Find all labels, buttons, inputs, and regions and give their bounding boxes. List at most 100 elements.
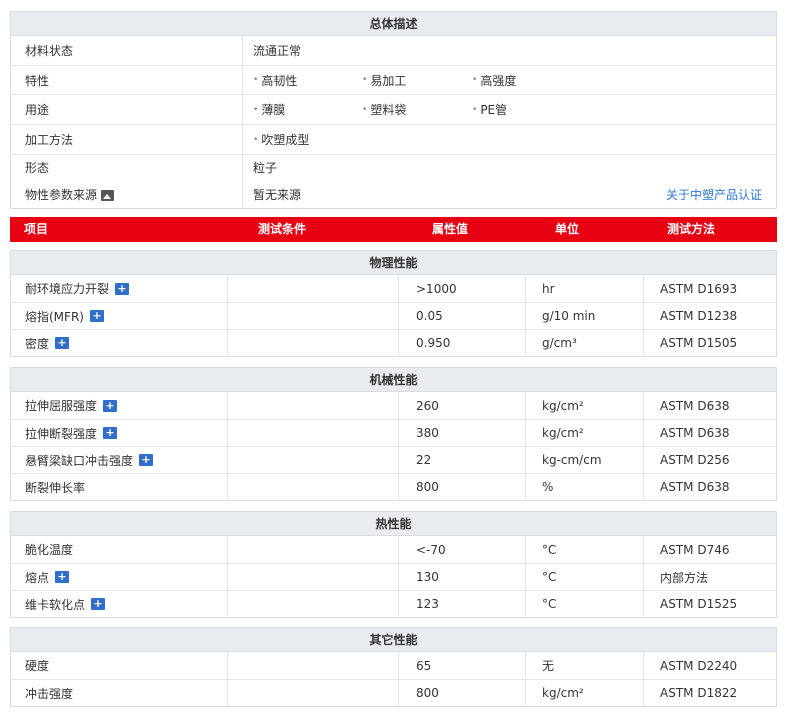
feature-tag-label: 高韧性 — [261, 73, 298, 88]
property-name: 拉伸断裂强度 + — [11, 420, 228, 446]
property-value: <-70 — [399, 536, 526, 563]
image-icon[interactable] — [101, 190, 115, 201]
overview-value: 粒子 — [253, 161, 278, 175]
table-row: 密度 + 0.950 g/cm³ ASTM D1505 — [11, 329, 776, 356]
test-condition — [228, 447, 399, 473]
test-method: ASTM D746 — [660, 542, 730, 557]
plus-icon[interactable]: + — [103, 399, 118, 412]
property-unit: % — [526, 474, 644, 500]
property-name: 密度 + — [11, 330, 228, 356]
plus-icon[interactable]: + — [139, 454, 154, 466]
overview-table: 总体描述 材料状态 流通正常 特性 高韧性 易加工 高强度 用途 薄膜 塑料袋 … — [10, 11, 777, 209]
table-row: 拉伸屈服强度 + 260 kg/cm² ASTM D638 — [11, 392, 776, 419]
test-method: ASTM D1693 — [660, 281, 738, 296]
property-value: 800 — [399, 474, 526, 500]
column-header: 项目 测试条件 属性值 单位 测试方法 — [10, 217, 777, 242]
feature-tag[interactable]: 高强度 — [472, 66, 516, 94]
overview-row-features: 特性 高韧性 易加工 高强度 — [11, 65, 776, 94]
property-value: 22 — [399, 447, 526, 473]
feature-tag[interactable]: 易加工 — [362, 66, 406, 94]
plus-icon[interactable]: + — [91, 598, 106, 610]
property-name-text: 密度 — [25, 336, 50, 351]
use-tag[interactable]: PE管 — [472, 95, 507, 124]
processing-list: 吹塑成型 — [243, 125, 776, 154]
plus-icon[interactable]: + — [115, 282, 130, 295]
property-unit: °C — [526, 536, 644, 563]
property-name-text: 硬度 — [25, 659, 50, 673]
plus-icon[interactable]: + — [89, 310, 104, 322]
property-name: 脆化温度 — [11, 536, 228, 563]
overview-row-group: 形态 物性参数来源 粒子 暂无来源 关于中塑产品认证 — [11, 154, 776, 208]
test-condition — [228, 536, 399, 563]
overview-label: 物性参数来源 — [25, 188, 98, 202]
property-value: 380 — [399, 420, 526, 446]
feature-list: 高韧性 易加工 高强度 — [243, 66, 776, 94]
section-title: 其它性能 — [11, 628, 776, 652]
test-condition — [228, 392, 399, 419]
test-method: ASTM D638 — [660, 426, 730, 440]
overview-label-col: 形态 物性参数来源 — [11, 155, 243, 208]
test-method: ASTM D256 — [660, 453, 730, 467]
test-method: ASTM D1505 — [660, 336, 738, 350]
table-row: 拉伸断裂强度 + 380 kg/cm² ASTM D638 — [11, 419, 776, 446]
table-row: 断裂伸长率 800 % ASTM D638 — [11, 473, 776, 500]
table-row: 冲击强度 800 kg/cm² ASTM D1822 — [11, 679, 776, 706]
property-name-text: 冲击强度 — [25, 686, 74, 701]
property-name-text: 脆化温度 — [25, 543, 74, 557]
certification-link[interactable]: 关于中塑产品认证 — [666, 182, 762, 209]
table-row: 耐环境应力开裂 + >1000 hr ASTM D1693 — [11, 275, 776, 302]
processing-tag-label: 吹塑成型 — [261, 133, 310, 147]
test-method: ASTM D2240 — [660, 658, 738, 673]
test-condition — [228, 591, 399, 617]
property-value: 800 — [399, 680, 526, 706]
test-method: ASTM D1238 — [660, 309, 738, 323]
table-row: 脆化温度 <-70 °C ASTM D746 — [11, 536, 776, 563]
feature-tag-label: 易加工 — [370, 73, 407, 88]
property-value: 130 — [399, 564, 526, 590]
use-tag[interactable]: 薄膜 — [253, 95, 285, 124]
test-condition — [228, 474, 399, 500]
use-list: 薄膜 塑料袋 PE管 — [243, 95, 776, 124]
test-condition — [228, 420, 399, 446]
source-label-wrap: 物性参数来源 — [25, 182, 242, 209]
column-item: 项目 — [24, 222, 49, 236]
table-row: 维卡软化点 + 123 °C ASTM D1525 — [11, 590, 776, 617]
section-title: 物理性能 — [11, 251, 776, 275]
test-condition — [228, 275, 399, 302]
overview-row-status: 材料状态 流通正常 — [11, 36, 776, 65]
property-value: 0.950 — [399, 330, 526, 356]
property-value: 0.05 — [399, 303, 526, 329]
property-value: >1000 — [399, 275, 526, 302]
property-value: 65 — [399, 652, 526, 679]
property-unit: hr — [526, 275, 644, 302]
property-name-text: 拉伸屈服强度 — [25, 399, 98, 413]
property-unit: kg/cm² — [526, 420, 644, 446]
overview-label: 材料状态 — [11, 36, 243, 65]
plus-icon[interactable]: + — [55, 337, 70, 349]
table-row: 悬臂梁缺口冲击强度 + 22 kg-cm/cm ASTM D256 — [11, 446, 776, 473]
table-row: 硬度 65 无 ASTM D2240 — [11, 652, 776, 679]
plus-icon[interactable]: + — [103, 427, 118, 439]
property-unit: kg/cm² — [526, 392, 644, 419]
overview-value: 流通正常 — [253, 44, 302, 58]
test-condition — [228, 564, 399, 590]
plus-icon[interactable]: + — [55, 571, 70, 583]
other-table: 其它性能 硬度 65 无 ASTM D2240 冲击强度 800 kg/cm² … — [10, 627, 777, 707]
property-value: 260 — [399, 392, 526, 419]
processing-tag[interactable]: 吹塑成型 — [253, 125, 309, 154]
table-row: 熔点 + 130 °C 内部方法 — [11, 563, 776, 590]
test-condition — [228, 303, 399, 329]
use-tag[interactable]: 塑料袋 — [362, 95, 406, 124]
property-unit: kg/cm² — [526, 680, 644, 706]
feature-tag[interactable]: 高韧性 — [253, 66, 297, 94]
test-method: ASTM D638 — [660, 398, 730, 413]
table-row: 熔指(MFR) + 0.05 g/10 min ASTM D1238 — [11, 302, 776, 329]
property-name: 耐环境应力开裂 + — [11, 275, 228, 302]
property-unit: 无 — [526, 652, 644, 679]
property-name: 断裂伸长率 — [11, 474, 228, 500]
test-method: ASTM D638 — [660, 480, 730, 494]
property-unit: g/10 min — [526, 303, 644, 329]
property-name: 硬度 — [11, 652, 228, 679]
property-name: 悬臂梁缺口冲击强度 + — [11, 447, 228, 473]
overview-value-col: 粒子 暂无来源 关于中塑产品认证 — [243, 155, 776, 208]
